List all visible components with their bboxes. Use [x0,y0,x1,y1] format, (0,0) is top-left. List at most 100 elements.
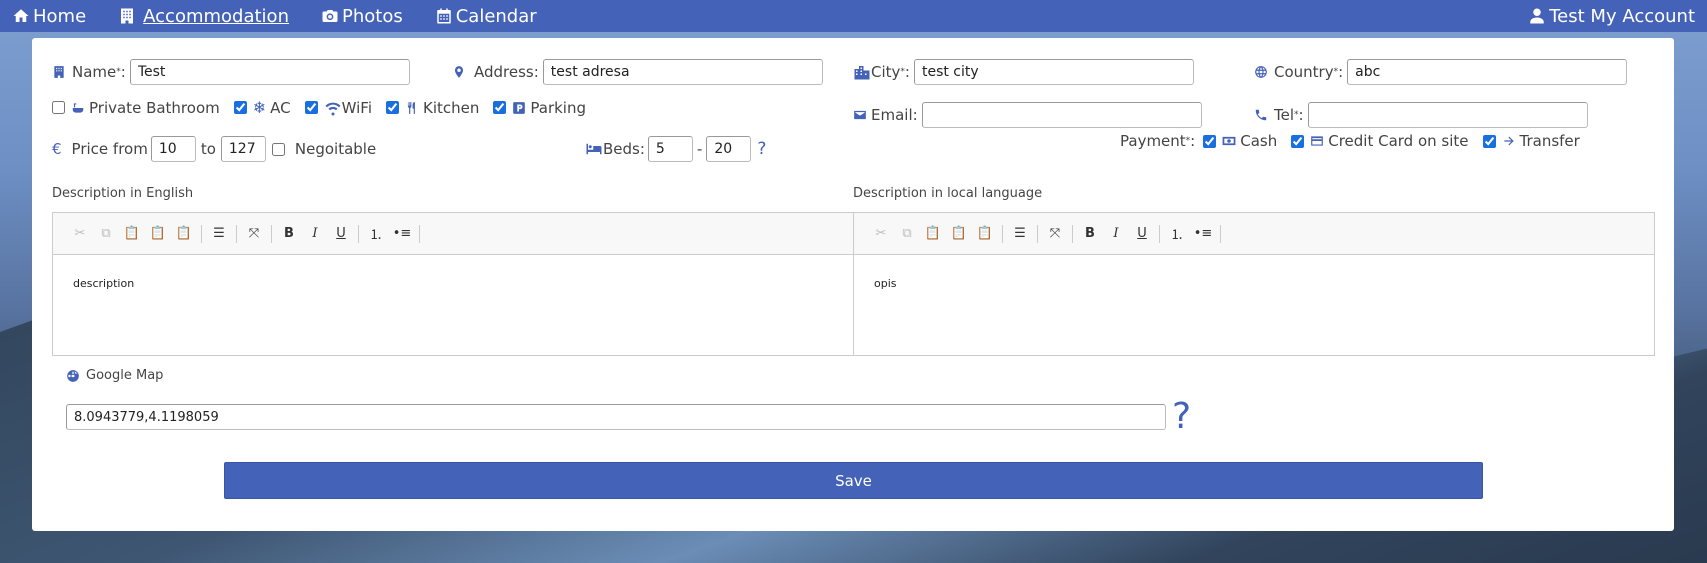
payment-group: Payment *: Cash Credit Card on site Trans… [1120,132,1580,150]
toolbar-separator [236,224,237,243]
address-group: Address: [452,59,823,85]
email-input[interactable] [921,102,1202,128]
bold-icon[interactable]: B [1077,221,1103,247]
private-bathroom-checkbox[interactable] [52,101,65,114]
address-input[interactable] [542,59,823,85]
snowflake-icon: ❄ [252,98,267,117]
underline-icon[interactable]: U [328,221,354,247]
google-map-label: Google Map [86,368,164,383]
bulleted-list-icon[interactable]: •≡ [1190,221,1216,247]
cash-checkbox[interactable] [1203,134,1217,148]
paste-icon[interactable]: 📋 [920,221,946,247]
parking-label: Parking [530,98,587,117]
credit-card-icon [1311,136,1324,146]
paste-icon[interactable]: 📋 [119,221,145,247]
paste-text-icon[interactable]: 📋 [145,221,171,247]
cash-label: Cash [1240,132,1278,150]
credit-card-label: Credit Card on site [1328,132,1469,150]
city-input[interactable] [913,59,1194,85]
envelope-icon [854,110,866,120]
building-icon [54,66,64,78]
tel-label: Tel [1274,106,1295,124]
price-from-input[interactable] [150,136,196,162]
maximize-icon[interactable]: ⤧ [241,221,267,247]
map-help-icon[interactable]: ? [1172,399,1191,435]
nav-photos[interactable]: Photos [321,6,403,27]
desc-en-content[interactable]: description [53,255,853,312]
copy-icon[interactable]: ⧉ [93,221,119,247]
paste-word-icon[interactable]: 📋 [972,221,998,247]
building-icon [121,8,134,24]
italic-icon[interactable]: I [1103,221,1129,247]
maximize-icon[interactable]: ⤧ [1042,221,1068,247]
ac-checkbox[interactable] [233,101,247,114]
horizontal-rule-icon[interactable]: ☰ [206,221,232,247]
city-icon [854,66,870,80]
wifi-checkbox[interactable] [304,101,318,114]
wifi-icon [325,102,341,115]
beds-max-input[interactable] [706,136,752,162]
desc-local-content[interactable]: opis [854,255,1654,312]
bed-icon [586,143,602,155]
cut-icon[interactable]: ✂ [868,221,894,247]
utensils-icon [407,101,415,114]
ac-label: AC [270,98,291,117]
bold-icon[interactable]: B [276,221,302,247]
payment-colon: : [1190,132,1196,150]
toolbar-separator [1002,224,1003,243]
paste-text-icon[interactable]: 📋 [946,221,972,247]
save-button[interactable]: Save [224,462,1483,499]
toolbar-separator [1072,224,1073,243]
horizontal-rule-icon[interactable]: ☰ [1007,221,1033,247]
user-icon [1530,8,1544,24]
globe-icon [1255,66,1267,78]
desc-local-label: Description in local language [853,186,1043,201]
beds-help-icon[interactable]: ? [757,139,766,159]
parking-checkbox[interactable] [493,101,507,114]
nav-home[interactable]: Home [12,6,86,27]
toolbar-separator [1220,224,1221,243]
beds-min-input[interactable] [647,136,693,162]
transfer-checkbox[interactable] [1482,134,1496,148]
toolbar-separator [419,224,420,243]
numbered-list-icon[interactable]: ⒈ [1164,221,1190,247]
nav-calendar-label: Calendar [455,5,537,27]
negotiable-checkbox[interactable] [271,142,285,156]
google-map-input[interactable] [66,404,1166,430]
price-to-input[interactable] [220,136,266,162]
desc-local-toolbar: ✂ ⧉ 📋 📋 📋 ☰ ⤧ B I U ⒈ •≡ [854,213,1654,255]
toolbar-separator [1159,224,1160,243]
credit-card-checkbox[interactable] [1291,134,1305,148]
toolbar-separator [358,224,359,243]
numbered-list-icon[interactable]: ⒈ [363,221,389,247]
underline-icon[interactable]: U [1129,221,1155,247]
kitchen-checkbox[interactable] [386,101,400,114]
paste-word-icon[interactable]: 📋 [171,221,197,247]
parking-icon [513,101,526,114]
name-input[interactable] [129,59,410,85]
email-label: Email: [871,106,918,124]
cut-icon[interactable]: ✂ [67,221,93,247]
desc-en-editor: ✂ ⧉ 📋 📋 📋 ☰ ⤧ B I U ⒈ •≡ description [52,212,854,356]
euro-icon: € [52,140,62,158]
nav-accommodation[interactable]: Accommodation [118,6,289,27]
italic-icon[interactable]: I [302,221,328,247]
bulleted-list-icon[interactable]: •≡ [389,221,415,247]
camera-icon [322,10,338,22]
google-map-input-group: ? [66,399,1191,435]
desc-en-toolbar: ✂ ⧉ 📋 📋 📋 ☰ ⤧ B I U ⒈ •≡ [53,213,853,255]
nav-calendar[interactable]: Calendar [435,6,537,27]
transfer-label: Transfer [1519,132,1580,150]
country-input[interactable] [1347,59,1628,85]
money-bill-icon [1222,136,1236,146]
toolbar-separator [201,224,202,243]
phone-icon [1255,109,1267,121]
beds-label: Beds: [603,140,645,158]
google-map-label-group: Google Map [66,368,163,383]
city-group: City *: [853,59,1194,85]
tel-input[interactable] [1307,102,1588,128]
address-label: Address: [474,63,539,81]
nav-account[interactable]: Test My Account [1528,6,1695,27]
arrow-right-icon [1503,136,1514,146]
copy-icon[interactable]: ⧉ [894,221,920,247]
